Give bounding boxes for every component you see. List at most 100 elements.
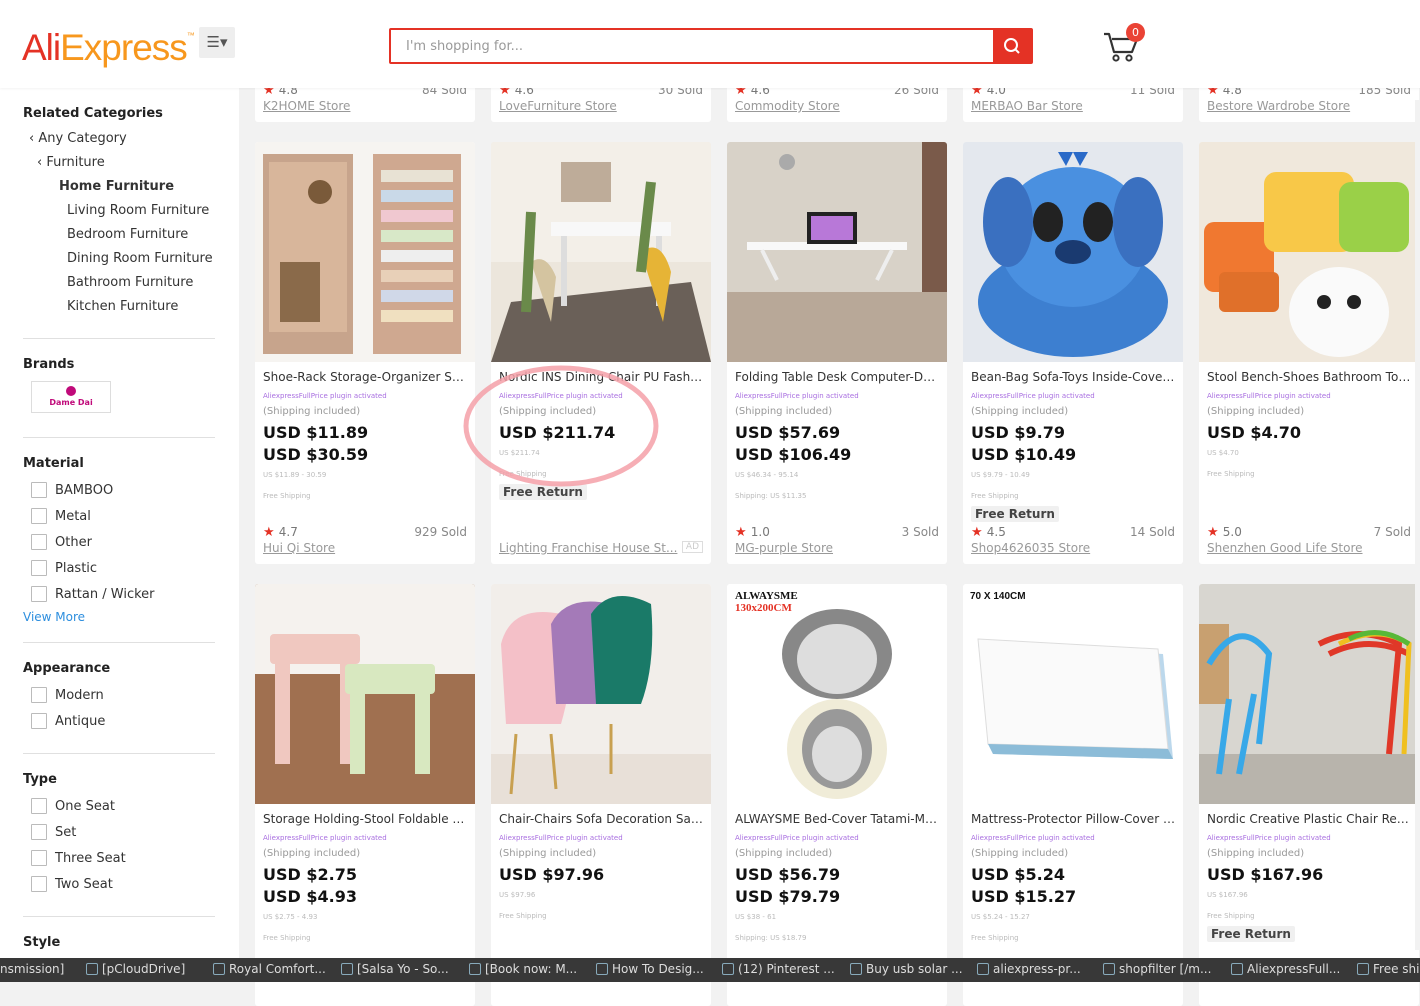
product-title[interactable]: Stool Bench-Shoes Bathroom Tod... bbox=[1207, 370, 1413, 384]
product-card[interactable]: 70 X 140CM Mattress-Protector Pillow-Cove… bbox=[963, 584, 1183, 1006]
product-card[interactable]: Nordic INS Dining Chair PU Fashio... Alie… bbox=[491, 142, 711, 564]
style-title: Style bbox=[23, 935, 61, 950]
checkbox-bamboo[interactable] bbox=[31, 482, 47, 498]
store-link[interactable]: Shop4626035 Store bbox=[971, 541, 1090, 555]
product-image[interactable] bbox=[1199, 584, 1419, 804]
checkbox-set[interactable] bbox=[31, 824, 47, 840]
product-title[interactable]: Nordic Creative Plastic Chair Resta... bbox=[1207, 812, 1413, 826]
store-link[interactable]: Hui Qi Store bbox=[263, 541, 335, 555]
subcategory-link[interactable]: Bathroom Furniture bbox=[67, 275, 193, 290]
shipping-included: (Shipping included) bbox=[263, 848, 361, 859]
store-link[interactable]: MERBAO Bar Store bbox=[971, 99, 1083, 113]
product-title[interactable]: Folding Table Desk Computer-Des... bbox=[735, 370, 941, 384]
checkbox-label[interactable]: Three Seat bbox=[55, 851, 126, 866]
aliexpress-logo[interactable]: AliExpress™ bbox=[22, 27, 195, 69]
plugin-note: AliexpressFullPrice plugin activated bbox=[735, 392, 859, 400]
taskbar-item[interactable]: [pCloudDrive] bbox=[86, 962, 185, 976]
price-range: US $9.79 - 10.49 bbox=[971, 471, 1030, 479]
product-card[interactable]: Nordic Creative Plastic Chair Resta... Al… bbox=[1199, 584, 1419, 1006]
product-image[interactable]: 70 X 140CM bbox=[963, 584, 1183, 804]
product-image[interactable] bbox=[255, 142, 475, 362]
furniture-link[interactable]: ‹ Furniture bbox=[37, 155, 105, 170]
product-title[interactable]: Nordic INS Dining Chair PU Fashio... bbox=[499, 370, 705, 384]
store-link[interactable]: Lighting Franchise House St... bbox=[499, 541, 677, 555]
product-title[interactable]: Chair-Chairs Sofa Decoration Salo... bbox=[499, 812, 705, 826]
taskbar-item[interactable]: How To Desig... bbox=[596, 962, 704, 976]
checkbox-label[interactable]: Modern bbox=[55, 688, 104, 703]
store-link[interactable]: LoveFurniture Store bbox=[499, 99, 617, 113]
checkbox-label[interactable]: BAMBOO bbox=[55, 483, 113, 498]
taskbar-item[interactable]: Buy usb solar ... bbox=[850, 962, 963, 976]
any-category-link[interactable]: ‹ Any Category bbox=[29, 131, 127, 146]
price-range: US $46.34 - 95.14 bbox=[735, 471, 799, 479]
taskbar-item[interactable]: aliexpress-pr... bbox=[977, 962, 1081, 976]
taskbar-item[interactable]: [Book now: M... bbox=[469, 962, 577, 976]
subcategory-link[interactable]: Living Room Furniture bbox=[67, 203, 209, 218]
product-card[interactable]: Folding Table Desk Computer-Des... Aliexp… bbox=[727, 142, 947, 564]
product-title[interactable]: Shoe-Rack Storage-Organizer Shoe... bbox=[263, 370, 469, 384]
product-card[interactable]: Stool Bench-Shoes Bathroom Tod... Aliexpr… bbox=[1199, 142, 1419, 564]
window-icon bbox=[341, 963, 353, 975]
search-button[interactable] bbox=[993, 30, 1031, 62]
type-title: Type bbox=[23, 772, 57, 787]
product-card[interactable]: Bean-Bag Sofa-Toys Inside-Cover ... Aliex… bbox=[963, 142, 1183, 564]
checkbox-rattan[interactable] bbox=[31, 586, 47, 602]
store-link[interactable]: Bestore Wardrobe Store bbox=[1207, 99, 1350, 113]
checkbox-label[interactable]: Rattan / Wicker bbox=[55, 587, 155, 602]
store-link[interactable]: MG-purple Store bbox=[735, 541, 833, 555]
checkbox-three-seat[interactable] bbox=[31, 850, 47, 866]
product-card[interactable]: Shoe-Rack Storage-Organizer Shoe... Aliex… bbox=[255, 142, 475, 564]
subcategory-link[interactable]: Bedroom Furniture bbox=[67, 227, 188, 242]
checkbox-label[interactable]: One Seat bbox=[55, 799, 115, 814]
taskbar-item[interactable]: shopfilter [/m... bbox=[1103, 962, 1211, 976]
product-image[interactable] bbox=[255, 584, 475, 804]
product-image[interactable] bbox=[727, 142, 947, 362]
checkbox-two-seat[interactable] bbox=[31, 876, 47, 892]
category-menu-button[interactable]: ☰▾ bbox=[199, 27, 235, 58]
product-card[interactable]: Storage Holding-Stool Foldable Pla... Ali… bbox=[255, 584, 475, 1006]
product-image[interactable] bbox=[1199, 142, 1419, 362]
product-image[interactable] bbox=[963, 142, 1183, 362]
checkbox-other[interactable] bbox=[31, 534, 47, 550]
view-more-link[interactable]: View More bbox=[23, 610, 85, 624]
checkbox-label[interactable]: Plastic bbox=[55, 561, 97, 576]
taskbar-item[interactable]: Free shi bbox=[1357, 962, 1419, 976]
product-title[interactable]: ALWAYSME Bed-Cover Tatami-Mat... bbox=[735, 812, 941, 826]
store-link[interactable]: Shenzhen Good Life Store bbox=[1207, 541, 1363, 555]
checkbox-label[interactable]: Set bbox=[55, 825, 76, 840]
taskbar-item[interactable]: nsmission] bbox=[0, 962, 64, 976]
store-link[interactable]: Commodity Store bbox=[735, 99, 840, 113]
product-title[interactable]: Bean-Bag Sofa-Toys Inside-Cover ... bbox=[971, 370, 1177, 384]
window-icon bbox=[977, 963, 989, 975]
checkbox-label[interactable]: Metal bbox=[55, 509, 91, 524]
taskbar-item[interactable]: [Salsa Yo - So... bbox=[341, 962, 449, 976]
home-furniture-link[interactable]: Home Furniture bbox=[59, 179, 174, 194]
search-icon bbox=[1004, 38, 1020, 54]
product-image[interactable] bbox=[491, 142, 711, 362]
scrollbar[interactable] bbox=[1415, 100, 1420, 950]
subcategory-link[interactable]: Dining Room Furniture bbox=[67, 251, 213, 266]
checkbox-label[interactable]: Two Seat bbox=[55, 877, 113, 892]
taskbar-item[interactable]: (12) Pinterest ... bbox=[722, 962, 835, 976]
product-image[interactable]: ALWAYSME 130x200CM bbox=[727, 584, 947, 804]
brand-logo-dame-dai[interactable]: Dame Dai bbox=[31, 381, 111, 413]
product-card[interactable]: ALWAYSME 130x200CM ALWAYSME Bed-Cover Tata… bbox=[727, 584, 947, 1006]
product-title[interactable]: Mattress-Protector Pillow-Cover C... bbox=[971, 812, 1177, 826]
product-image[interactable] bbox=[491, 584, 711, 804]
store-link[interactable]: K2HOME Store bbox=[263, 99, 350, 113]
shipping-included: (Shipping included) bbox=[499, 848, 597, 859]
price-range: US $4.70 bbox=[1207, 449, 1239, 457]
taskbar-item[interactable]: Royal Comfort... bbox=[213, 962, 326, 976]
checkbox-modern[interactable] bbox=[31, 687, 47, 703]
checkbox-antique[interactable] bbox=[31, 713, 47, 729]
product-title[interactable]: Storage Holding-Stool Foldable Pla... bbox=[263, 812, 469, 826]
checkbox-label[interactable]: Antique bbox=[55, 714, 105, 729]
subcategory-link[interactable]: Kitchen Furniture bbox=[67, 299, 178, 314]
product-card[interactable]: Chair-Chairs Sofa Decoration Salo... Alie… bbox=[491, 584, 711, 1006]
taskbar-item[interactable]: AliexpressFull... bbox=[1231, 962, 1340, 976]
checkbox-label[interactable]: Other bbox=[55, 535, 92, 550]
checkbox-plastic[interactable] bbox=[31, 560, 47, 576]
checkbox-one-seat[interactable] bbox=[31, 798, 47, 814]
checkbox-metal[interactable] bbox=[31, 508, 47, 524]
search-input[interactable] bbox=[391, 30, 995, 62]
